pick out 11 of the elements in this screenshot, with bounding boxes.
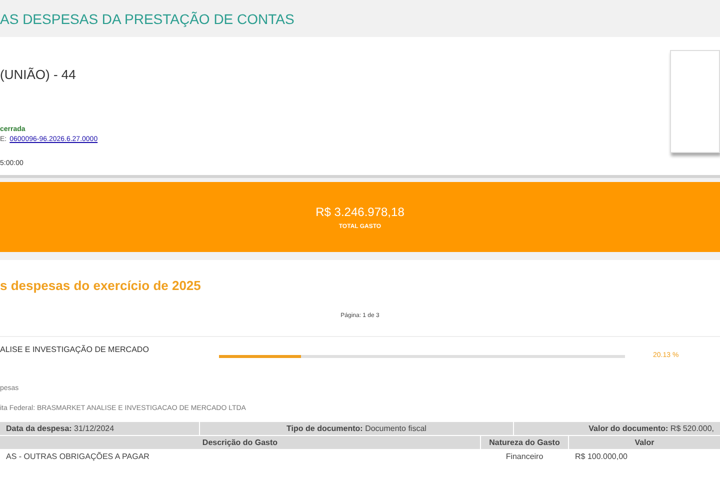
column-header: Natureza do Gasto [481, 436, 568, 449]
column-header: Valor [569, 436, 720, 449]
candidate-name: (UNIÃO) - 44 [0, 67, 77, 82]
category-name: ALISE E INVESTIGAÇÃO DE MERCADO [0, 345, 150, 354]
total-value: R$ 3.246.978,18 [316, 204, 404, 218]
column-header: Descrição do Gasto [0, 436, 480, 449]
summary-cell: Valor do documento: R$ 520.000, [514, 422, 720, 435]
page-title: AS DESPESAS DA PRESTAÇÃO DE CONTAS [0, 10, 294, 26]
summary-cell: Data da despesa: 31/12/2024 [0, 422, 199, 435]
summary-cell: Tipo de documento: Documento fiscal [200, 422, 513, 435]
section-title: s despesas do exercício de 2025 [0, 278, 202, 293]
